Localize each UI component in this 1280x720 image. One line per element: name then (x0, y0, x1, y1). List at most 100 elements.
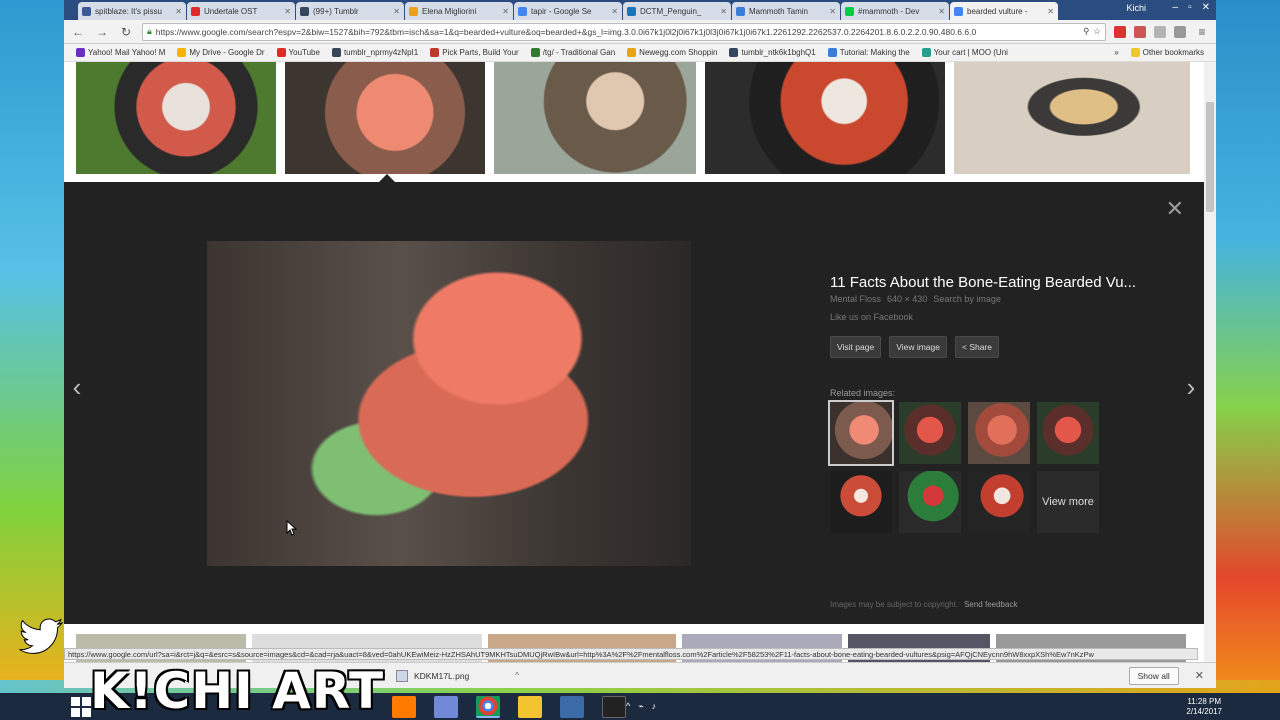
view-more-button[interactable]: View more (1037, 471, 1099, 533)
related-image[interactable] (830, 471, 892, 533)
browser-tab[interactable]: #mammoth - Dev ✕ (841, 2, 949, 20)
bookmark-item[interactable]: /tg/ - Traditional Gan (527, 48, 619, 57)
bookmark-star-icon[interactable]: ☆ (1093, 26, 1101, 37)
discord-icon[interactable] (434, 695, 458, 718)
related-image[interactable] (899, 402, 961, 464)
network-icon[interactable]: ⌁ (638, 701, 643, 712)
related-image[interactable] (828, 400, 894, 466)
browser-tab[interactable]: spitblaze: It's pissu ✕ (78, 2, 186, 20)
blender-icon[interactable] (392, 695, 416, 718)
tab-close-icon[interactable]: ✕ (175, 7, 182, 16)
close-preview-icon[interactable]: ✕ (1166, 196, 1184, 222)
maximize-icon[interactable]: ▫ (1188, 2, 1192, 13)
bookmark-item[interactable]: Tutorial: Making the (824, 48, 914, 57)
other-bookmarks[interactable]: Other bookmarks (1127, 48, 1208, 57)
previous-image-icon[interactable]: ‹ (64, 372, 90, 403)
bookmark-favicon-icon (530, 48, 540, 57)
browser-tab[interactable]: tapir - Google Se ✕ (514, 2, 622, 20)
send-feedback-link[interactable]: Send feedback (964, 600, 1017, 609)
bookmarks-overflow-button[interactable]: » (1110, 48, 1122, 57)
bookmark-favicon-icon (76, 48, 85, 57)
result-thumbnail-selected[interactable] (285, 62, 485, 174)
selection-pointer (379, 174, 395, 182)
bookmark-item[interactable]: My Drive - Google Dr (173, 48, 268, 57)
image-preview-panel: ✕ ‹ › 11 Facts About the Bone-Eating Bea… (64, 182, 1204, 624)
other-bookmarks-label: Other bookmarks (1142, 48, 1204, 57)
download-options-caret-icon[interactable]: ^ (515, 671, 519, 680)
taskbar-clock[interactable]: 11:28 PM 2/14/2017 (1186, 697, 1222, 717)
zoom-icon[interactable]: ⚲ (1083, 26, 1089, 37)
bookmark-favicon-icon (430, 48, 440, 57)
show-all-button[interactable]: Show all (1128, 666, 1179, 685)
image-size: 640 × 430 (887, 294, 928, 304)
forward-arrow-icon[interactable]: → (94, 25, 110, 39)
browser-tab[interactable]: (99+) Tumblr ✕ (296, 2, 404, 20)
browser-tab-active[interactable]: bearded vulture - ✕ (950, 2, 1058, 20)
related-image[interactable] (899, 471, 961, 533)
back-arrow-icon[interactable]: ← (70, 25, 86, 39)
extension-icon[interactable] (1174, 25, 1186, 38)
tray-overflow-icon[interactable]: ^ (626, 701, 630, 712)
related-image[interactable] (1037, 402, 1099, 464)
scrollbar-thumb[interactable] (1206, 102, 1214, 212)
share-button[interactable]: < Share (954, 336, 999, 358)
related-image[interactable] (968, 471, 1030, 533)
tab-close-icon[interactable]: ✕ (284, 7, 291, 16)
chrome-icon[interactable] (476, 695, 500, 718)
file-explorer-icon[interactable] (518, 695, 542, 718)
related-image[interactable] (968, 402, 1030, 464)
address-bar[interactable]: 🔒︎ https://www.google.com/search?espv=2&… (142, 22, 1106, 41)
image-file-icon (396, 669, 408, 682)
extension-icon[interactable] (1134, 25, 1146, 38)
preview-image[interactable] (207, 241, 691, 566)
result-thumbnail[interactable] (705, 62, 945, 174)
tab-close-icon[interactable]: ✕ (611, 7, 618, 16)
tab-close-icon[interactable]: ✕ (829, 7, 836, 16)
steam-icon[interactable] (602, 695, 626, 718)
related-images-label: Related images: (830, 388, 896, 398)
tab-close-icon[interactable]: ✕ (393, 7, 400, 16)
bookmark-item[interactable]: tumblr_ntk6k1bghQ1 (725, 48, 819, 57)
tab-close-icon[interactable]: ✕ (720, 7, 727, 16)
extension-adblock-icon[interactable] (1114, 25, 1126, 38)
result-thumbnail[interactable] (494, 62, 696, 174)
downloads-close-icon[interactable]: ✕ (1195, 669, 1204, 682)
minimize-icon[interactable]: – (1173, 2, 1179, 13)
tab-label: Elena Migliorini (422, 6, 477, 16)
search-by-image-link[interactable]: Search by image (933, 294, 1001, 304)
page-scrollbar[interactable] (1204, 62, 1216, 662)
window-close-icon[interactable]: ✕ (1202, 2, 1210, 13)
browser-tab[interactable]: Undertale OST ✕ (187, 2, 295, 20)
bookmark-item[interactable]: YouTube (273, 48, 324, 57)
tab-close-icon[interactable]: ✕ (502, 7, 509, 16)
windows-start-icon[interactable] (70, 696, 92, 718)
bookmark-item[interactable]: Pick Parts, Build Your (426, 48, 522, 57)
reload-icon[interactable]: ↻ (118, 25, 134, 39)
tab-close-icon[interactable]: ✕ (938, 7, 945, 16)
bookmark-item[interactable]: tumblr_nprmy4zNpI1 (328, 48, 422, 57)
bookmark-favicon-icon (729, 48, 739, 57)
volume-icon[interactable]: ♪ (652, 701, 657, 712)
tab-close-icon[interactable]: ✕ (1047, 7, 1054, 16)
bookmark-item[interactable]: Newegg.com Shoppin (623, 48, 721, 57)
app-window-icon[interactable] (560, 695, 584, 718)
menu-icon[interactable]: ≡ (1194, 25, 1210, 39)
tab-label: Mammoth Tamin (749, 6, 808, 16)
extension-icon[interactable] (1154, 25, 1166, 38)
visit-page-button[interactable]: Visit page (830, 336, 882, 358)
view-image-button[interactable]: View image (889, 336, 947, 358)
bookmark-item[interactable]: Yahoo! Mail Yahoo! M (72, 48, 169, 57)
bookmark-label: /tg/ - Traditional Gan (542, 48, 616, 57)
tab-favicon-icon (191, 6, 200, 16)
tab-label: tapir - Google Se (531, 6, 592, 16)
profile-name[interactable]: Kichi (1126, 3, 1146, 13)
result-thumbnail[interactable] (76, 62, 276, 174)
result-thumbnail[interactable] (954, 62, 1190, 174)
browser-tab[interactable]: Elena Migliorini ✕ (405, 2, 513, 20)
tab-favicon-icon (300, 6, 309, 16)
browser-tab[interactable]: DCTM_Penguin_ ✕ (623, 2, 731, 20)
image-title[interactable]: 11 Facts About the Bone-Eating Bearded V… (830, 274, 1190, 291)
browser-tab[interactable]: Mammoth Tamin ✕ (732, 2, 840, 20)
bookmark-item[interactable]: Your cart | MOO (Uni (918, 48, 1012, 57)
download-item[interactable]: KDKM17L.png ^ (384, 663, 531, 688)
